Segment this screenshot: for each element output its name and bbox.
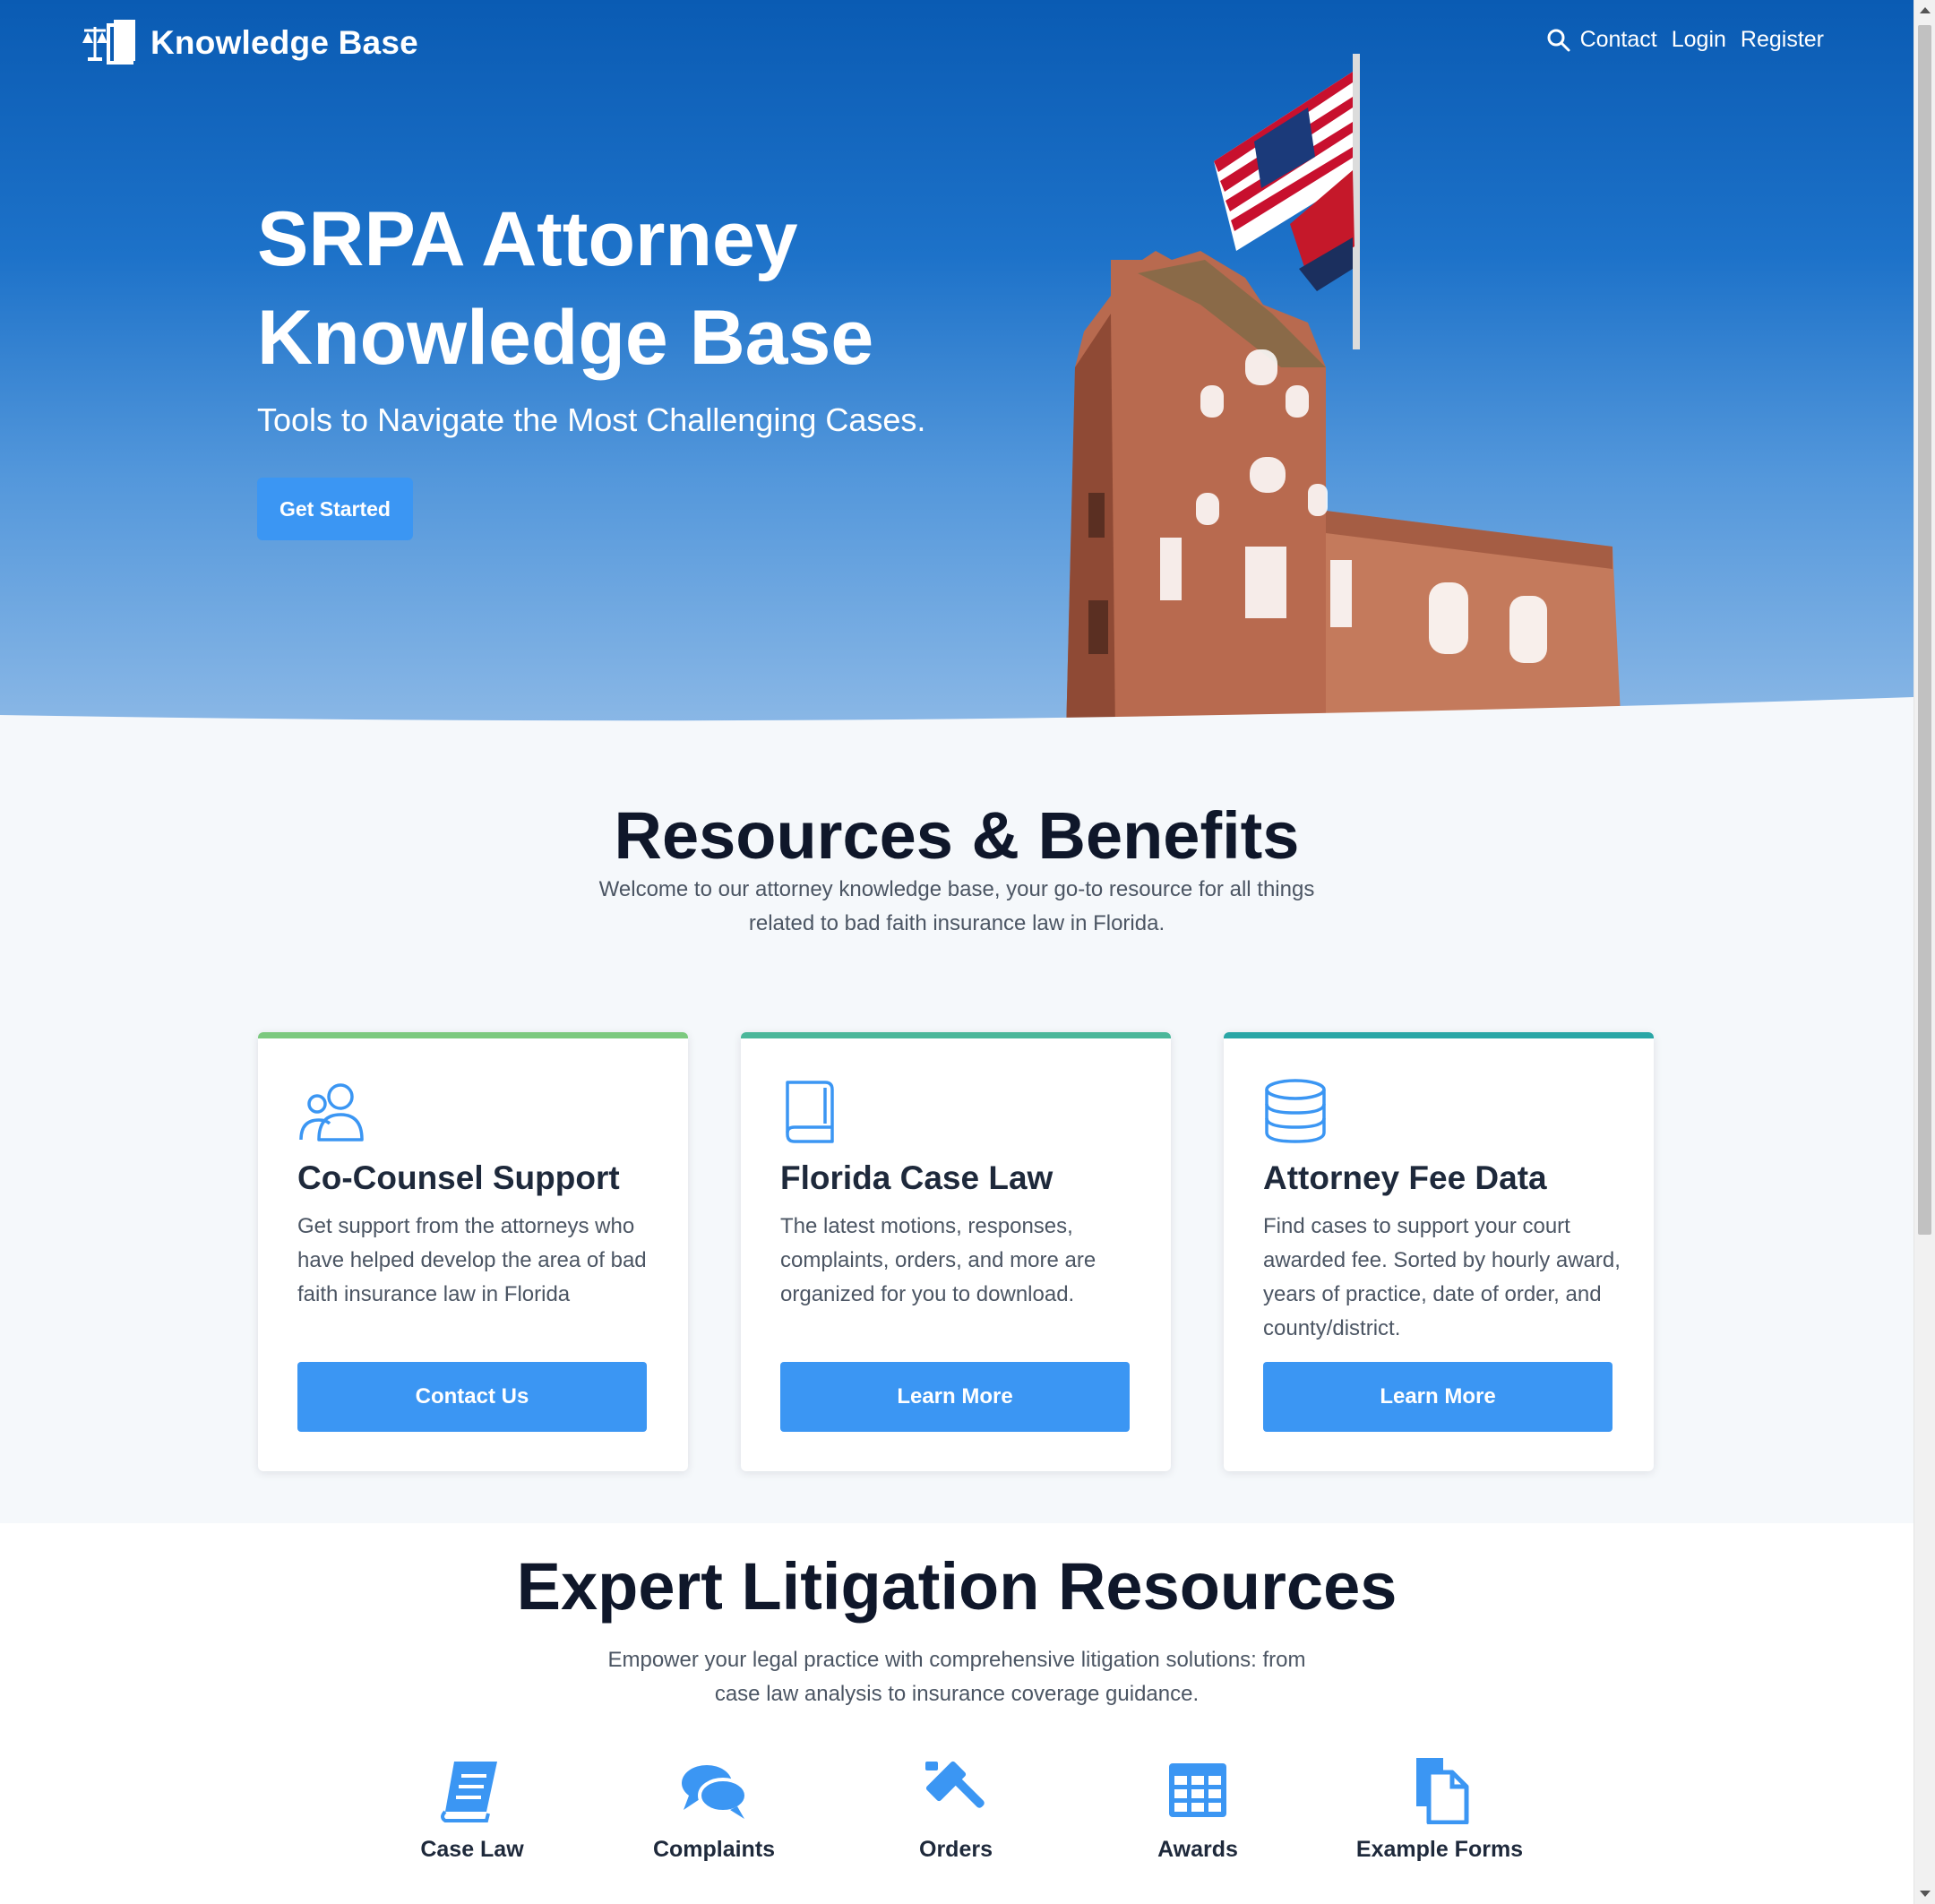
resource-label: Case Law — [420, 1837, 524, 1862]
scales-book-icon — [82, 20, 135, 65]
brand-logo[interactable]: Knowledge Base — [82, 18, 418, 68]
top-navigation: Knowledge Base Contact Login Register — [0, 0, 1914, 90]
get-started-button[interactable]: Get Started — [257, 478, 413, 540]
resource-label: Example Forms — [1355, 1837, 1524, 1862]
card-text: The latest motions, responses, complaint… — [780, 1214, 1096, 1306]
book-icon — [441, 1762, 497, 1822]
scrollbar-thumb[interactable] — [1918, 25, 1931, 1235]
resource-case-law[interactable]: Case Law — [351, 1756, 593, 1863]
hero-subtitle: Tools to Navigate the Most Challenging C… — [257, 401, 926, 438]
nav-register-link[interactable]: Register — [1741, 27, 1824, 53]
card-text: Find cases to support your court awarded… — [1263, 1214, 1621, 1340]
card-title: Attorney Fee Data — [1263, 1159, 1547, 1196]
scroll-up-arrow-icon[interactable] — [1920, 7, 1931, 13]
hero-section: Knowledge Base Contact Login Register SR… — [0, 0, 1914, 731]
card-accent-bar — [1224, 1032, 1654, 1038]
resources-title: Resources & Benefits — [614, 798, 1300, 873]
search-icon[interactable] — [1546, 28, 1571, 53]
contact-us-button[interactable]: Contact Us — [297, 1362, 647, 1432]
card-title: Florida Case Law — [780, 1159, 1054, 1196]
courthouse-image — [1066, 54, 1621, 731]
resources-section: Resources & Benefits Welcome to our atto… — [0, 731, 1914, 1523]
hero-title: SRPA Attorney Knowledge Base — [257, 196, 874, 381]
litigation-title: Expert Litigation Resources — [516, 1549, 1398, 1624]
book-icon — [786, 1081, 834, 1143]
comments-icon — [682, 1765, 748, 1819]
resource-complaints[interactable]: Complaints — [593, 1756, 835, 1863]
brand-name: Knowledge Base — [150, 24, 418, 61]
page-scrollbar[interactable] — [1914, 0, 1935, 1904]
card-florida-case-law: Florida Case Law The latest motions, res… — [741, 1032, 1171, 1471]
resource-label: Awards — [1157, 1837, 1238, 1862]
table-icon — [1169, 1763, 1226, 1817]
resource-awards[interactable]: Awards — [1077, 1756, 1319, 1863]
card-attorney-fee-data: Attorney Fee Data Find cases to support … — [1224, 1032, 1654, 1471]
gavel-icon — [925, 1761, 985, 1808]
card-title: Co-Counsel Support — [297, 1159, 620, 1196]
litigation-description: Empower your legal practice with compreh… — [607, 1648, 1306, 1706]
card-co-counsel-support: Co-Counsel Support Get support from the … — [258, 1032, 688, 1471]
scroll-down-arrow-icon[interactable] — [1920, 1891, 1931, 1897]
resource-label: Orders — [919, 1837, 993, 1862]
learn-more-button[interactable]: Learn More — [780, 1362, 1130, 1432]
nav-login-link[interactable]: Login — [1672, 27, 1726, 53]
nav-links: Contact Login Register — [1546, 27, 1824, 53]
learn-more-button[interactable]: Learn More — [1263, 1362, 1612, 1432]
resource-orders[interactable]: Orders — [835, 1756, 1077, 1863]
litigation-section: Expert Litigation Resources Empower your… — [0, 1523, 1914, 1904]
card-accent-bar — [741, 1032, 1171, 1038]
documents-icon — [1416, 1758, 1469, 1824]
resources-description: Welcome to our attorney knowledge base, … — [598, 877, 1315, 935]
resource-label: Complaints — [652, 1837, 776, 1862]
card-accent-bar — [258, 1032, 688, 1038]
users-icon — [299, 1083, 364, 1142]
resource-example-forms[interactable]: Example Forms — [1319, 1756, 1561, 1863]
database-icon — [1265, 1079, 1326, 1143]
nav-contact-link[interactable]: Contact — [1580, 27, 1657, 53]
hero-wave-divider — [0, 697, 1914, 731]
card-text: Get support from the attorneys who have … — [297, 1214, 647, 1306]
